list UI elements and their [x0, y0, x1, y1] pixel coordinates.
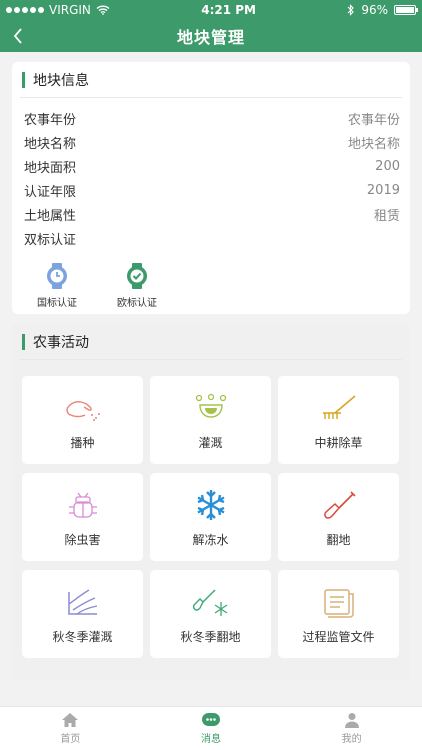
row-value: 200 — [375, 158, 400, 174]
section-title: 地块信息 — [33, 72, 89, 89]
cert-label: 国标认证 — [37, 298, 77, 309]
info-row-cert-year: 认证年限 2019 — [24, 178, 400, 202]
battery-percent: 96% — [361, 3, 388, 17]
info-row-dual-cert: 双标认证 — [24, 226, 400, 250]
row-value: 农事年份 — [347, 112, 400, 128]
activity-label: 中耕除草 — [314, 435, 363, 450]
info-row-name: 地块名称 地块名称 — [24, 130, 400, 154]
row-key: 认证年限 — [24, 184, 77, 200]
message-icon — [202, 713, 220, 726]
snowflake-icon — [196, 489, 225, 520]
farming-activities-card: 农事活动 播种 灌溉 中耕除草 除虫害 解冻水 翻地 秋冬季灌溉 秋冬季翻地 过… — [12, 324, 410, 680]
tab-label: 首页 — [60, 734, 81, 745]
tab-home[interactable]: 首页 — [0, 707, 141, 750]
row-value: 地块名称 — [347, 136, 400, 152]
section-header: 农事活动 — [20, 324, 402, 360]
activity-winter-plowing[interactable]: 秋冬季翻地 — [150, 570, 271, 658]
back-button[interactable] — [8, 24, 28, 48]
cert-national[interactable]: 国标认证 — [32, 262, 82, 309]
section-title: 农事活动 — [33, 334, 89, 351]
activity-plowing[interactable]: 翻地 — [278, 473, 399, 561]
activity-process-documents[interactable]: 过程监管文件 — [278, 570, 399, 658]
nav-bar: 地块管理 — [0, 20, 422, 52]
clock: 4:21 PM — [201, 3, 256, 17]
bottom-tab-bar: 首页 消息 我的 — [0, 706, 422, 750]
row-value: 2019 — [366, 182, 400, 198]
home-icon — [62, 713, 79, 727]
activity-label: 翻地 — [326, 532, 351, 547]
info-row-area: 地块面积 200 — [24, 154, 400, 178]
tab-label: 消息 — [201, 734, 221, 745]
activity-label: 播种 — [70, 435, 95, 450]
status-bar: VIRGIN 4:21 PM 96% — [0, 0, 422, 20]
activity-label: 秋冬季灌溉 — [52, 629, 113, 644]
accent-bar — [22, 333, 25, 350]
row-key: 土地属性 — [24, 208, 77, 224]
row-value: 租赁 — [373, 208, 400, 224]
bluetooth-icon — [347, 4, 355, 16]
section-header: 地块信息 — [20, 62, 402, 98]
winter-irrigation-icon — [67, 588, 97, 615]
tab-profile[interactable]: 我的 — [281, 707, 422, 750]
activity-label: 灌溉 — [198, 435, 223, 450]
irrigation-bowl-icon — [195, 393, 226, 418]
signal-icon — [6, 7, 44, 13]
watch-check-icon — [127, 263, 147, 289]
activity-sowing[interactable]: 播种 — [22, 376, 143, 464]
activity-label: 除虫害 — [64, 532, 101, 547]
carrier: VIRGIN — [49, 3, 91, 17]
tab-label: 我的 — [341, 734, 362, 745]
activity-pest-control[interactable]: 除虫害 — [22, 473, 143, 561]
user-icon — [344, 713, 359, 728]
info-row-land-type: 土地属性 租赁 — [24, 202, 400, 226]
battery-icon — [394, 5, 418, 15]
winter-shovel-icon — [192, 588, 227, 616]
sowing-hand-icon — [65, 400, 100, 421]
row-key: 农事年份 — [24, 112, 77, 128]
cert-eu[interactable]: 欧标认证 — [112, 262, 162, 309]
row-key: 双标认证 — [24, 232, 77, 248]
bug-icon — [68, 492, 97, 518]
row-key: 地块面积 — [24, 160, 77, 176]
row-key: 地块名称 — [24, 136, 77, 152]
activity-irrigation[interactable]: 灌溉 — [150, 376, 271, 464]
activity-weeding[interactable]: 中耕除草 — [278, 376, 399, 464]
tab-messages[interactable]: 消息 — [141, 707, 282, 750]
watch-icon — [47, 263, 67, 289]
accent-bar — [22, 71, 25, 88]
cert-label: 欧标认证 — [117, 298, 157, 309]
shovel-icon — [323, 490, 356, 519]
page-title: 地块管理 — [176, 28, 245, 47]
wifi-icon — [96, 5, 110, 15]
activity-winter-irrigation[interactable]: 秋冬季灌溉 — [22, 570, 143, 658]
rake-icon — [322, 394, 356, 419]
chevron-left-icon — [13, 28, 22, 44]
activity-label: 秋冬季翻地 — [180, 629, 241, 644]
activity-label: 解冻水 — [192, 532, 229, 547]
plot-info-card: 地块信息 农事年份 农事年份 地块名称 地块名称 地块面积 200 认证年限 2019 … — [12, 62, 410, 314]
document-icon — [323, 588, 354, 618]
info-row-year: 农事年份 农事年份 — [24, 106, 400, 130]
activity-thaw-water[interactable]: 解冻水 — [150, 473, 271, 561]
activity-label: 过程监管文件 — [302, 629, 375, 644]
